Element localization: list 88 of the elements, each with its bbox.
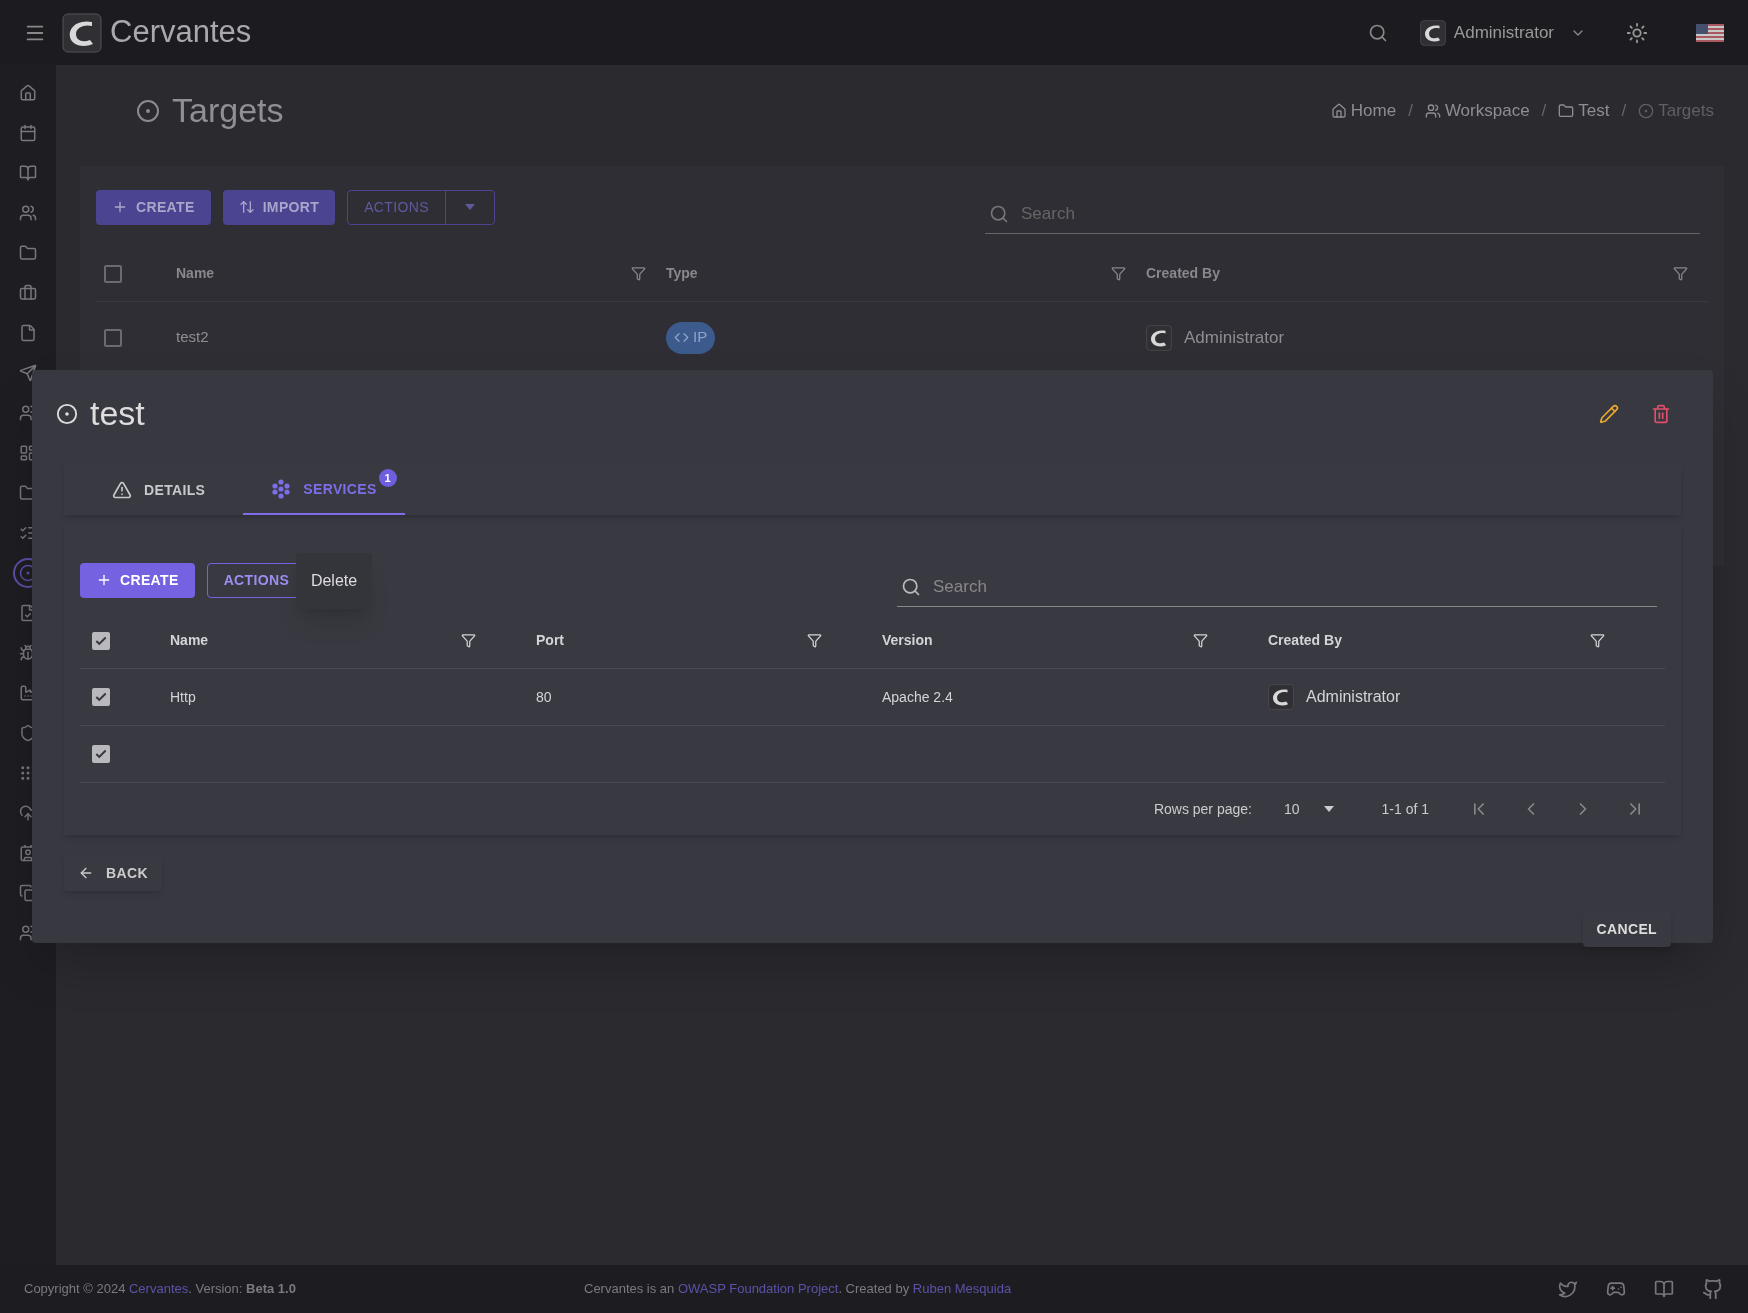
target-icon <box>1638 102 1655 119</box>
book-icon[interactable] <box>1654 1279 1674 1299</box>
create-button[interactable]: CREATE <box>80 562 195 598</box>
arrow-left-icon <box>78 865 94 881</box>
breadcrumb-separator: / <box>1408 99 1413 122</box>
plus-icon <box>96 572 112 588</box>
table-cell-text: Administrator <box>1184 326 1285 349</box>
code-icon <box>674 330 689 345</box>
search-icon <box>989 204 1009 224</box>
count-badge: 1 <box>378 469 397 487</box>
breadcrumb-separator: / <box>1541 99 1547 122</box>
warning-icon <box>112 480 132 500</box>
table-cell-text: test2 <box>176 327 210 348</box>
column-header[interactable]: Name <box>170 630 209 651</box>
breadcrumb-link[interactable]: Test <box>1578 97 1610 124</box>
logo-icon <box>1419 19 1446 46</box>
search-field[interactable]: Search <box>897 567 1657 607</box>
dialog-title: test <box>90 393 145 434</box>
bird-icon[interactable] <box>1558 1279 1578 1299</box>
column-header[interactable]: Port <box>536 630 564 651</box>
back-button[interactable]: BACK <box>64 855 162 891</box>
checkbox[interactable] <box>92 688 110 706</box>
copyright-text: Copyright © 2024 Cervantes. Version: Beta 1.0 <box>24 1280 297 1299</box>
send-icon <box>19 364 37 382</box>
calendar-icon <box>19 124 37 142</box>
column-header[interactable]: Name <box>176 263 215 284</box>
cancel-button[interactable]: CANCEL <box>1582 911 1671 947</box>
rows-per-page-label: Rows per page: <box>1153 799 1252 819</box>
import-button[interactable]: IMPORT <box>222 189 336 225</box>
checkbox[interactable] <box>92 631 110 650</box>
caret-icon <box>464 204 475 210</box>
type-chip: IP <box>666 321 716 354</box>
gamepad-icon[interactable] <box>1606 1279 1626 1299</box>
house-icon <box>19 84 37 102</box>
flag-icon[interactable] <box>1696 23 1724 42</box>
table-cell-text: Http <box>170 687 197 707</box>
filter-icon[interactable] <box>1111 266 1126 281</box>
search-icon[interactable] <box>1367 22 1388 43</box>
tab[interactable]: SERVICES 1 <box>243 465 405 515</box>
target-icon <box>136 98 160 123</box>
create-button[interactable]: CREATE <box>96 189 211 225</box>
user-name[interactable]: Administrator <box>1453 19 1554 46</box>
breadcrumb-link[interactable]: Home <box>1350 97 1397 124</box>
column-header[interactable]: Created By <box>1268 630 1342 651</box>
delete-icon[interactable] <box>1651 403 1671 424</box>
file-icon <box>19 324 37 342</box>
column-header[interactable]: Version <box>882 630 933 651</box>
actions-button[interactable]: ACTIONS <box>348 190 446 224</box>
breadcrumb-separator: / <box>1621 99 1627 122</box>
tab[interactable]: DETAILS <box>84 465 234 515</box>
plus-icon <box>112 199 128 215</box>
search-field[interactable]: Search <box>985 194 1700 234</box>
table-cell-text: Administrator <box>1306 687 1401 707</box>
edit-icon[interactable] <box>1599 403 1619 424</box>
about-text: Cervantes is an OWASP Foundation Project. Created by Ruben Mesquida <box>584 1280 1012 1299</box>
table-cell-text: 80 <box>536 687 553 707</box>
logo-icon <box>1268 684 1294 710</box>
breadcrumb-link[interactable]: Workspace <box>1444 97 1530 124</box>
group-icon <box>1424 102 1441 119</box>
house-icon <box>1330 102 1347 119</box>
checkbox[interactable] <box>92 745 110 763</box>
filter-icon[interactable] <box>1673 266 1688 281</box>
filter-icon[interactable] <box>631 266 646 281</box>
book-icon <box>19 164 37 182</box>
column-header[interactable]: Type <box>666 263 698 284</box>
rows-per-page-select[interactable]: 10 <box>1283 798 1334 820</box>
page-title: Targets <box>172 90 284 131</box>
app-title: Cervantes <box>110 13 252 52</box>
sun-icon[interactable] <box>1626 21 1648 44</box>
checkbox[interactable] <box>104 264 122 283</box>
group-icon <box>19 204 37 222</box>
page-range: 1-1 of 1 <box>1381 799 1429 819</box>
flower-icon <box>271 479 292 499</box>
cat-icon[interactable] <box>1702 1278 1724 1300</box>
table-cell-text: Apache 2.4 <box>882 687 954 707</box>
folder-icon <box>19 244 37 262</box>
menu-item[interactable]: Delete <box>310 569 358 593</box>
caret-icon <box>1323 806 1334 812</box>
arrows-icon <box>238 199 255 215</box>
target-icon <box>56 402 78 425</box>
briefcase-icon <box>19 284 37 302</box>
folder-icon <box>1558 102 1575 119</box>
logo-icon <box>1146 324 1172 351</box>
column-header[interactable]: Created By <box>1146 263 1220 284</box>
search-icon <box>901 577 921 597</box>
checkbox[interactable] <box>104 328 122 347</box>
logo-icon <box>62 12 102 53</box>
author-link[interactable]: Ruben Mesquida <box>912 1281 1012 1297</box>
